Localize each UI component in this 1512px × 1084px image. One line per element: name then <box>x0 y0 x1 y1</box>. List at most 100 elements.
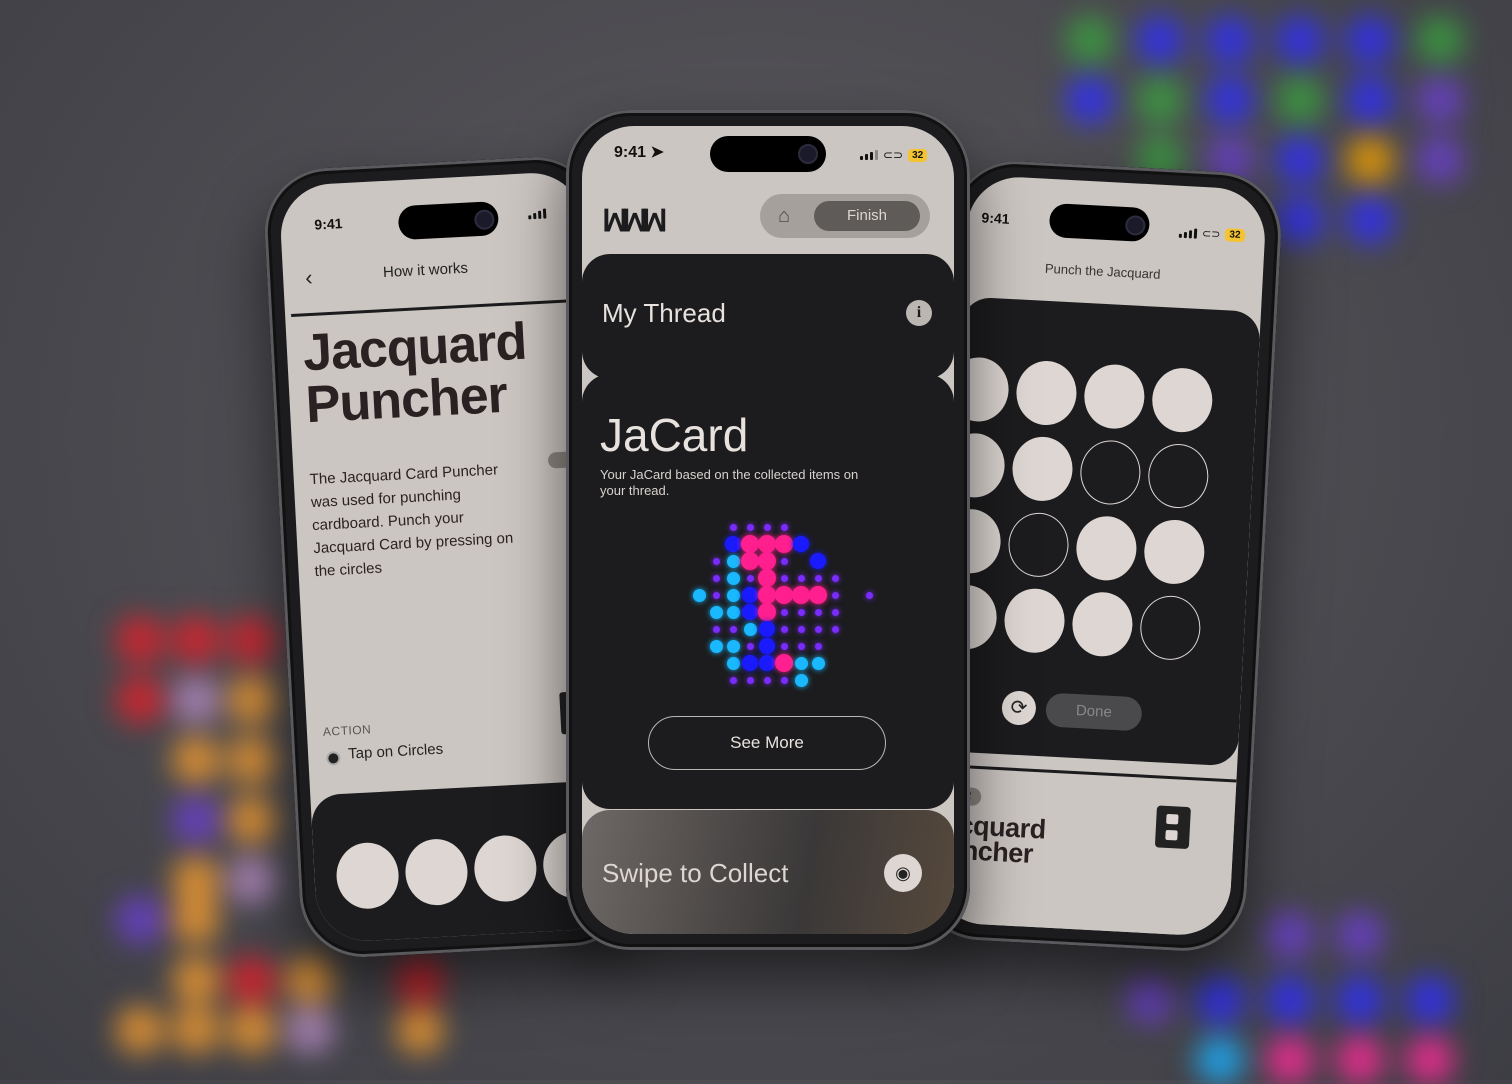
pattern-dot <box>793 536 809 552</box>
right-screen: 9:41 ⊂⊃ 32 Punch the Jacquard ⟳ Done 1/1… <box>930 174 1268 938</box>
background-dot <box>228 856 276 904</box>
jacquard-card-icon <box>1154 805 1191 850</box>
pattern-dot <box>810 553 826 569</box>
pattern-dot <box>712 557 720 565</box>
background-dot <box>1416 16 1464 64</box>
page-title: Jacquard Puncher <box>302 313 530 435</box>
pattern-dot <box>797 574 805 582</box>
pattern-dot <box>763 676 771 684</box>
camera-lens <box>798 144 818 164</box>
background-dot <box>1416 136 1464 184</box>
pattern-dot <box>780 523 788 531</box>
pattern-dot <box>692 588 706 602</box>
pattern-dot <box>759 638 775 654</box>
pattern-dot <box>758 586 776 604</box>
status-icons: ⊂⊃ 32 <box>1178 226 1245 243</box>
info-icon[interactable]: i <box>906 300 932 326</box>
background-dot <box>1276 16 1324 64</box>
dynamic-island <box>1048 202 1151 243</box>
pattern-dot <box>780 608 788 616</box>
pattern-dot <box>742 655 758 671</box>
header-title: How it works <box>382 259 469 282</box>
background-dot <box>1066 76 1114 124</box>
background-dot <box>172 956 220 1004</box>
battery-indicator: 32 <box>908 148 928 162</box>
background-dot <box>1346 16 1394 64</box>
jacard-description: Your JaCard based on the collected items… <box>600 467 859 498</box>
pattern-dot <box>712 574 720 582</box>
background-dot <box>396 1006 444 1054</box>
thread-logo-icon[interactable]: ꟽꟽꟽ <box>602 204 668 239</box>
pattern-dot <box>775 535 793 553</box>
pattern-dot <box>725 536 741 552</box>
background-dot <box>172 796 220 844</box>
pattern-dot <box>758 603 776 621</box>
link-icon: ⊂⊃ <box>1201 227 1221 241</box>
background-dot <box>1406 976 1454 1024</box>
home-icon[interactable]: ⌂ <box>772 204 796 228</box>
background-dot <box>1346 136 1394 184</box>
background-dot <box>116 676 164 724</box>
status-icons <box>528 208 547 220</box>
signal-icon <box>528 208 547 220</box>
pattern-dot <box>709 605 723 619</box>
jacard-title: JaCard <box>600 409 749 461</box>
battery-indicator: 32 <box>1225 228 1245 243</box>
status-icons: ⊂⊃ 32 <box>860 148 928 162</box>
background-dot <box>396 956 444 1004</box>
pattern-dot <box>780 557 788 565</box>
background-dot <box>172 1006 220 1054</box>
background-dot <box>228 956 276 1004</box>
status-time: 9:41 <box>981 209 1010 227</box>
finish-button[interactable]: Finish <box>814 201 920 231</box>
pattern-dot <box>794 673 808 687</box>
pattern-dot <box>746 574 754 582</box>
dynamic-island <box>397 201 500 241</box>
pattern-dot <box>814 642 822 650</box>
background-dot <box>116 616 164 664</box>
pattern-dot <box>758 535 776 553</box>
background-dot <box>172 896 220 944</box>
pattern-dot <box>811 656 825 670</box>
center-phone: 9:41 ➤ ⊂⊃ 32 ꟽꟽꟽ ⌂ Finish My Thread i Ja… <box>566 110 970 950</box>
pattern-dot <box>865 591 873 599</box>
see-more-button[interactable]: See More <box>648 716 886 770</box>
pattern-dot <box>709 639 723 653</box>
pattern-dot <box>758 552 776 570</box>
pattern-dot <box>759 655 775 671</box>
pattern-dot <box>797 642 805 650</box>
pattern-dot <box>742 587 758 603</box>
pattern-dot <box>726 588 740 602</box>
action-label: ACTION <box>322 722 372 739</box>
back-chevron-icon[interactable]: ‹ <box>305 265 314 291</box>
pattern-dot <box>726 605 740 619</box>
background-dot <box>1196 1036 1244 1084</box>
pattern-dot <box>729 523 737 531</box>
camera-lens <box>1124 214 1146 236</box>
background-dot <box>286 1006 334 1054</box>
pattern-dot <box>797 608 805 616</box>
pattern-dot <box>729 625 737 633</box>
background-dot <box>1206 76 1254 124</box>
pattern-dot <box>712 625 720 633</box>
done-button[interactable]: Done <box>1045 692 1143 732</box>
pattern-dot <box>726 554 740 568</box>
camera-lens <box>473 209 495 231</box>
background-dot <box>172 676 220 724</box>
pattern-dot <box>831 625 839 633</box>
background-dot <box>228 1006 276 1054</box>
background-dot <box>1126 976 1174 1024</box>
background-dot <box>1276 196 1324 244</box>
background-dot <box>172 736 220 784</box>
pattern-dot <box>726 571 740 585</box>
background-dot <box>1346 196 1394 244</box>
camera-icon[interactable]: ◉ <box>884 854 922 892</box>
pattern-dot <box>763 523 771 531</box>
pattern-dot <box>741 552 759 570</box>
background-dot <box>1136 16 1184 64</box>
title-line-2: Puncher <box>304 365 509 435</box>
pattern-dot <box>831 608 839 616</box>
background-dot <box>228 676 276 724</box>
pattern-dot <box>743 622 757 636</box>
header-title: Punch the Jacquard <box>1044 260 1161 282</box>
